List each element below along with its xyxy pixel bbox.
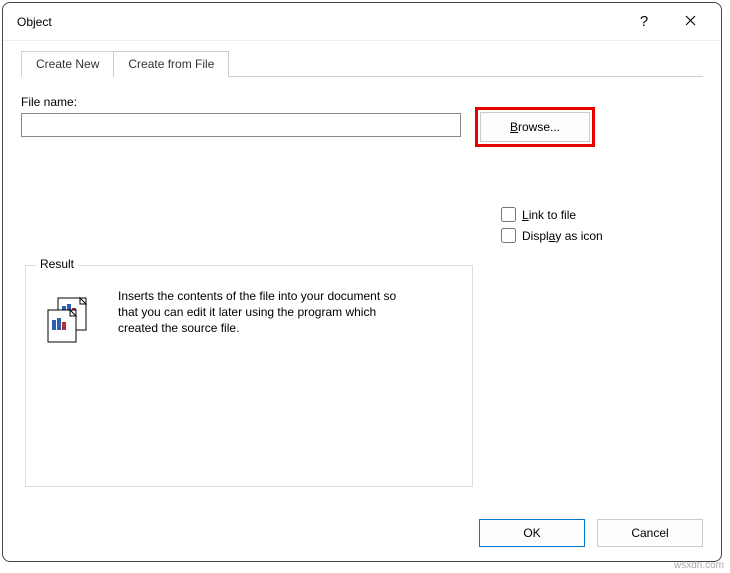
link-to-file-checkbox[interactable] <box>501 207 516 222</box>
display-as-icon-row: Display as icon <box>501 228 603 243</box>
close-icon <box>685 15 696 29</box>
ok-button[interactable]: OK <box>479 519 585 547</box>
titlebar: Object ? <box>3 3 721 41</box>
close-button[interactable] <box>667 7 713 37</box>
result-group: Result <box>25 265 473 487</box>
file-row: Browse... <box>21 113 703 147</box>
help-button[interactable]: ? <box>621 7 667 37</box>
link-to-file-label[interactable]: Link to file <box>522 208 576 222</box>
watermark: wsxdn.com <box>674 560 724 571</box>
tabs: Create New Create from File <box>21 51 703 77</box>
browse-highlight: Browse... <box>475 107 595 147</box>
link-to-file-row: Link to file <box>501 207 603 222</box>
help-icon: ? <box>640 13 648 30</box>
options-group: Link to file Display as icon <box>501 207 603 249</box>
cancel-button[interactable]: Cancel <box>597 519 703 547</box>
tab-create-from-file[interactable]: Create from File <box>113 51 229 77</box>
display-as-icon-checkbox[interactable] <box>501 228 516 243</box>
result-text: Inserts the contents of the file into yo… <box>118 288 408 337</box>
file-name-label: File name: <box>21 95 703 109</box>
result-content: Inserts the contents of the file into yo… <box>26 266 472 366</box>
dialog-footer: OK Cancel <box>479 519 703 547</box>
object-dialog: Object ? Create New Create from File Fil… <box>2 2 722 562</box>
display-as-icon-label[interactable]: Display as icon <box>522 229 603 243</box>
tab-body: File name: Browse... Link to file Displa <box>21 76 703 516</box>
tab-create-new[interactable]: Create New <box>21 51 114 77</box>
result-legend: Result <box>36 257 78 271</box>
file-name-input[interactable] <box>21 113 461 137</box>
embed-file-icon <box>44 296 94 344</box>
browse-button[interactable]: Browse... <box>480 112 590 142</box>
dialog-title: Object <box>17 15 621 29</box>
dialog-content: Create New Create from File File name: B… <box>3 41 721 511</box>
